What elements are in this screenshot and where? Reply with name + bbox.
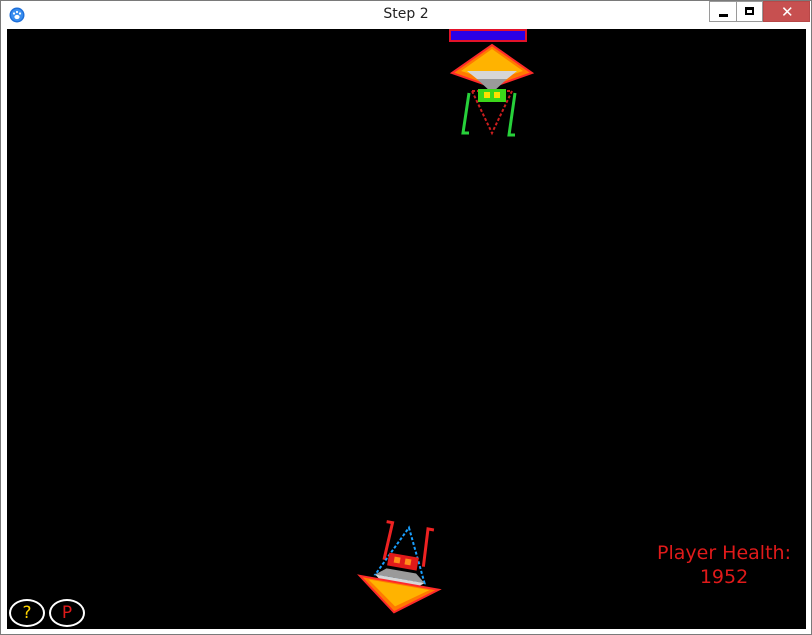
game-window: Step 2 ✕ Player Health: 1952 ? P <box>0 0 812 635</box>
minimize-icon <box>719 14 728 17</box>
player-health-label: Player Health: <box>657 542 791 564</box>
player-health-display: Player Health: 1952 <box>639 541 806 589</box>
game-canvas[interactable]: Player Health: 1952 ? P <box>7 29 806 629</box>
help-button[interactable]: ? <box>9 599 45 627</box>
enemy-health-bar <box>449 29 527 42</box>
minimize-button[interactable] <box>709 1 736 22</box>
close-icon: ✕ <box>781 3 794 21</box>
maximize-button[interactable] <box>736 1 763 22</box>
pause-button[interactable]: P <box>49 599 85 627</box>
player-ship <box>357 520 442 614</box>
player-health-value: 1952 <box>699 566 749 588</box>
title-bar[interactable]: Step 2 ✕ <box>1 1 811 29</box>
window-title: Step 2 <box>383 6 429 22</box>
maximize-icon <box>745 7 754 15</box>
enemy-ship <box>449 43 535 137</box>
close-button[interactable]: ✕ <box>763 1 810 22</box>
